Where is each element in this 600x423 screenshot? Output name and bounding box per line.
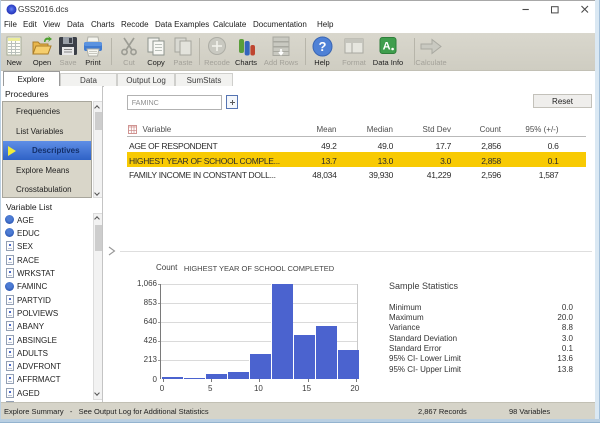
svg-text:A: A: [383, 41, 391, 53]
svg-text:?: ?: [318, 39, 326, 54]
